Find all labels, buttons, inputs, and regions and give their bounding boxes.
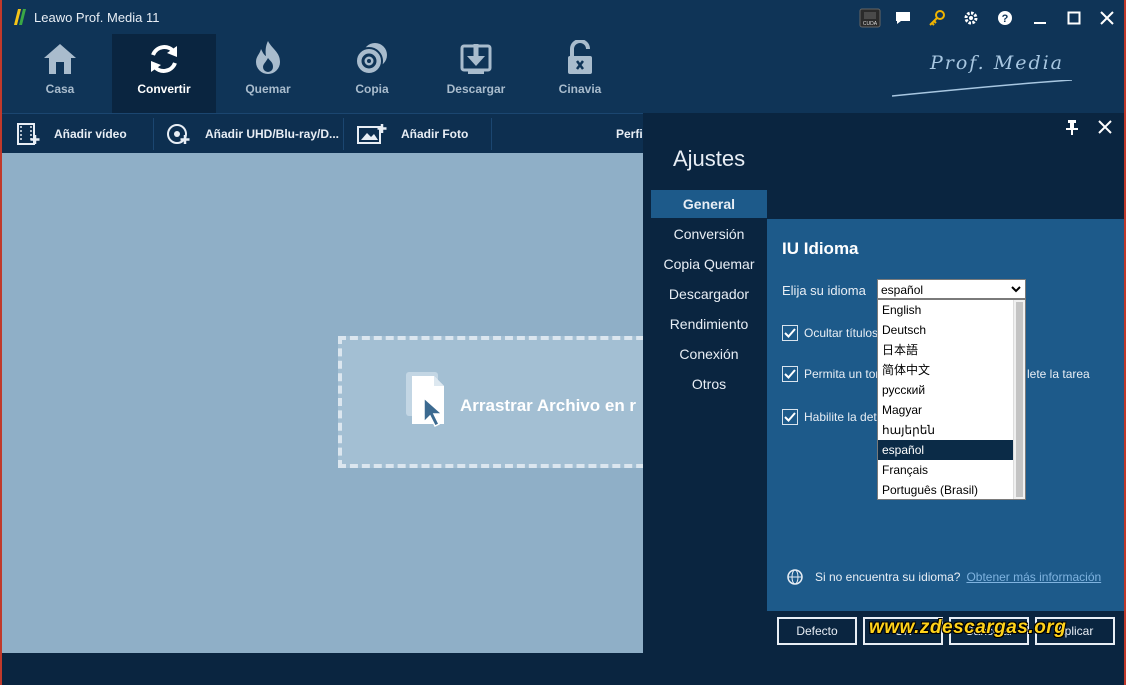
chevron-down-icon (1011, 286, 1021, 293)
language-option-selected[interactable]: español (878, 440, 1014, 460)
close-panel-icon[interactable] (1097, 119, 1113, 135)
settings-tab-conversion[interactable]: Conversión (651, 220, 767, 248)
language-help: Si no encuentra su idioma? Obtener más i… (787, 569, 1101, 585)
film-icon (16, 123, 40, 145)
language-select[interactable]: español (877, 279, 1026, 299)
minimize-icon[interactable] (1028, 6, 1052, 30)
nav-item-descargar[interactable]: Descargar (424, 34, 528, 113)
drop-zone[interactable]: Arrastrar Archivo en r (338, 336, 643, 468)
nav-label: Descargar (446, 82, 506, 96)
dropdown-scrollbar[interactable] (1013, 300, 1025, 499)
nav-item-cinavia[interactable]: Cinavia (528, 34, 632, 113)
download-icon (459, 34, 493, 82)
photo-add-icon (357, 123, 387, 145)
cinavia-icon (565, 34, 595, 82)
drop-zone-label: Arrastrar Archivo en r (460, 396, 637, 415)
settings-tab-connection[interactable]: Conexión (651, 340, 767, 368)
nav-label: Casa (45, 82, 75, 96)
hide-titles-label: Ocultar títulos (804, 326, 879, 340)
enable-detection-label: Habilite la det (804, 410, 877, 424)
key-icon[interactable] (925, 6, 949, 30)
nav-item-convertir[interactable]: Convertir (112, 34, 216, 113)
profile-button[interactable]: Perfi (616, 114, 643, 154)
language-label: Elija su idioma (782, 283, 866, 298)
add-uhd-label: Añadir UHD/Blu-ray/D... (205, 127, 340, 141)
allow-option-label-tail: lete la tarea (1027, 367, 1090, 381)
more-info-link[interactable]: Obtener más información (966, 570, 1101, 584)
language-option[interactable]: Français (878, 460, 1014, 480)
app-title: Leawo Prof. Media 11 (34, 10, 160, 25)
nav-item-copia[interactable]: Copia (320, 34, 424, 113)
nav-label: Copia (355, 82, 389, 96)
toolbar-divider (491, 118, 492, 150)
toolbar-divider (153, 118, 154, 150)
settings-tab-copy-burn[interactable]: Copia Quemar (651, 250, 767, 278)
add-video-label: Añadir vídeo (54, 127, 127, 141)
hide-titles-checkbox[interactable] (782, 325, 798, 341)
settings-tab-downloader[interactable]: Descargador (651, 280, 767, 308)
close-icon[interactable] (1095, 6, 1119, 30)
add-photo-button[interactable]: Añadir Foto (357, 114, 468, 154)
title-bar: Leawo Prof. Media 11 CUDA ? (2, 0, 1124, 34)
add-video-button[interactable]: Añadir vídeo (16, 114, 127, 154)
watermark-text: www.zdescargas.org (869, 617, 1067, 638)
svg-text:?: ? (1002, 13, 1009, 25)
add-photo-label: Añadir Foto (401, 127, 469, 141)
language-options-list: English Deutsch 日本語 简体中文 русский Magyar … (877, 299, 1026, 500)
nav-label: Cinavia (558, 82, 602, 96)
home-icon (42, 34, 78, 82)
gear-icon[interactable] (959, 6, 983, 30)
settings-tab-general[interactable]: General (651, 190, 767, 218)
convert-icon (147, 34, 181, 82)
settings-sidebar: General Conversión Copia Quemar Descarga… (651, 190, 767, 610)
default-button[interactable]: Defecto (777, 617, 857, 645)
copy-icon (354, 34, 390, 82)
language-select-value: español (881, 283, 924, 297)
nav-item-quemar[interactable]: Quemar (216, 34, 320, 113)
language-option[interactable]: հայերեն (878, 420, 1014, 440)
media-drop-area[interactable]: Arrastrar Archivo en r (2, 153, 643, 653)
section-title: IU Idioma (782, 239, 859, 258)
help-question: Si no encuentra su idioma? (815, 570, 961, 584)
language-option[interactable]: Português (Brasil) (878, 480, 1014, 499)
allow-option-label: Permita un tor (804, 367, 880, 381)
burn-icon (252, 34, 284, 82)
brand-logo: Prof. Media (892, 52, 1072, 102)
pin-icon[interactable] (1065, 119, 1079, 135)
language-option[interactable]: русский (878, 380, 1014, 400)
help-icon[interactable]: ? (993, 6, 1017, 30)
settings-tab-performance[interactable]: Rendimiento (651, 310, 767, 338)
language-option[interactable]: 日本語 (878, 340, 1014, 360)
feedback-icon[interactable] (891, 6, 915, 30)
drag-file-icon (406, 372, 444, 428)
scrollbar-thumb[interactable] (1016, 302, 1023, 497)
app-logo-icon (14, 9, 26, 25)
language-option[interactable]: English (878, 300, 1014, 320)
bottom-bar (2, 653, 1124, 685)
settings-title: Ajustes (673, 146, 746, 171)
globe-icon (787, 569, 803, 585)
profile-label: Perfi (616, 127, 643, 141)
allow-option-checkbox[interactable] (782, 366, 798, 382)
nav-label: Convertir (137, 82, 191, 96)
toolbar-divider (343, 118, 344, 150)
language-option[interactable]: 简体中文 (878, 360, 1014, 380)
disc-add-icon (167, 123, 191, 145)
maximize-icon[interactable] (1062, 6, 1086, 30)
enable-detection-checkbox[interactable] (782, 409, 798, 425)
settings-tab-others[interactable]: Otros (651, 370, 767, 398)
nav-label: Quemar (245, 82, 291, 96)
language-option[interactable]: Deutsch (878, 320, 1014, 340)
cuda-icon[interactable]: CUDA (857, 6, 883, 30)
main-nav: Casa Convertir Quemar Copia Descargar Ci… (2, 34, 1124, 113)
nav-item-casa[interactable]: Casa (8, 34, 112, 113)
language-option[interactable]: Magyar (878, 400, 1014, 420)
svg-text:CUDA: CUDA (863, 21, 878, 27)
add-uhd-button[interactable]: Añadir UHD/Blu-ray/D... (167, 114, 339, 154)
